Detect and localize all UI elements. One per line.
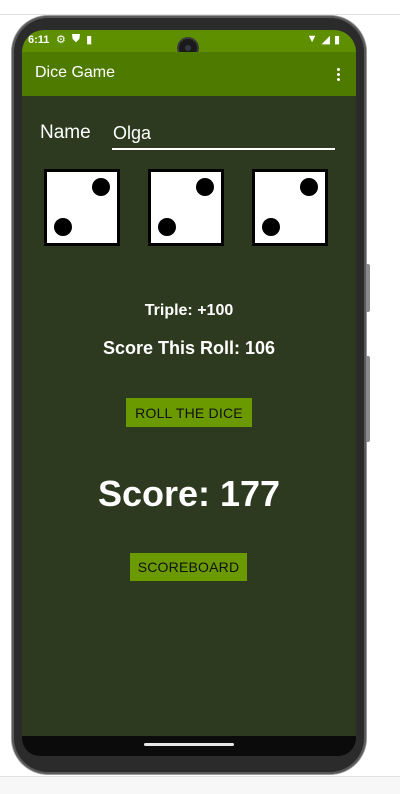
scoreboard-button[interactable]: SCOREBOARD (130, 553, 247, 581)
dice-row (22, 169, 356, 251)
top-divider (0, 14, 400, 15)
pip (196, 178, 214, 196)
more-vert-icon[interactable] (330, 62, 346, 86)
die-1 (44, 169, 120, 246)
status-icons-right: ▼ ◢ ▮ (307, 33, 340, 46)
app-bar: Dice Game (22, 52, 356, 96)
status-icons-left: ⚙ ⛊ ▮ (56, 33, 92, 46)
settings-icon: ⚙ (56, 34, 66, 46)
battery-icon: ▮ (333, 34, 340, 46)
pip (300, 178, 318, 196)
sd-card-icon: ▮ (86, 34, 93, 46)
app-title: Dice Game (35, 64, 116, 81)
device-screen: 6:11 ⚙ ⛊ ▮ ▼ ◢ ▮ Dice Game Name Olga Tri… (22, 30, 356, 756)
power-button (366, 264, 370, 312)
volume-button (366, 356, 370, 442)
roll-score-text: Score This Roll: 106 (102, 338, 276, 358)
status-time: 6:11 (28, 34, 50, 46)
pip (158, 218, 176, 236)
shield-icon: ⛊ (71, 33, 81, 45)
roll-dice-button[interactable]: ROLL THE DICE (126, 398, 252, 427)
bottom-band (0, 777, 400, 794)
navigation-bar (22, 736, 356, 756)
total-score-text: Score: 177 (97, 473, 281, 514)
signal-icon: ◢ (321, 34, 330, 46)
pip (262, 218, 280, 236)
name-field[interactable] (112, 118, 335, 150)
bonus-text: Triple: +100 (144, 302, 234, 319)
page: 6:11 ⚙ ⛊ ▮ ▼ ◢ ▮ Dice Game Name Olga Tri… (0, 0, 400, 794)
die-3 (252, 169, 328, 246)
gesture-handle[interactable] (144, 743, 234, 746)
name-label: Name (40, 122, 91, 143)
die-2 (148, 169, 224, 246)
pip (54, 218, 72, 236)
wifi-icon: ▼ (306, 33, 318, 45)
pip (92, 178, 110, 196)
